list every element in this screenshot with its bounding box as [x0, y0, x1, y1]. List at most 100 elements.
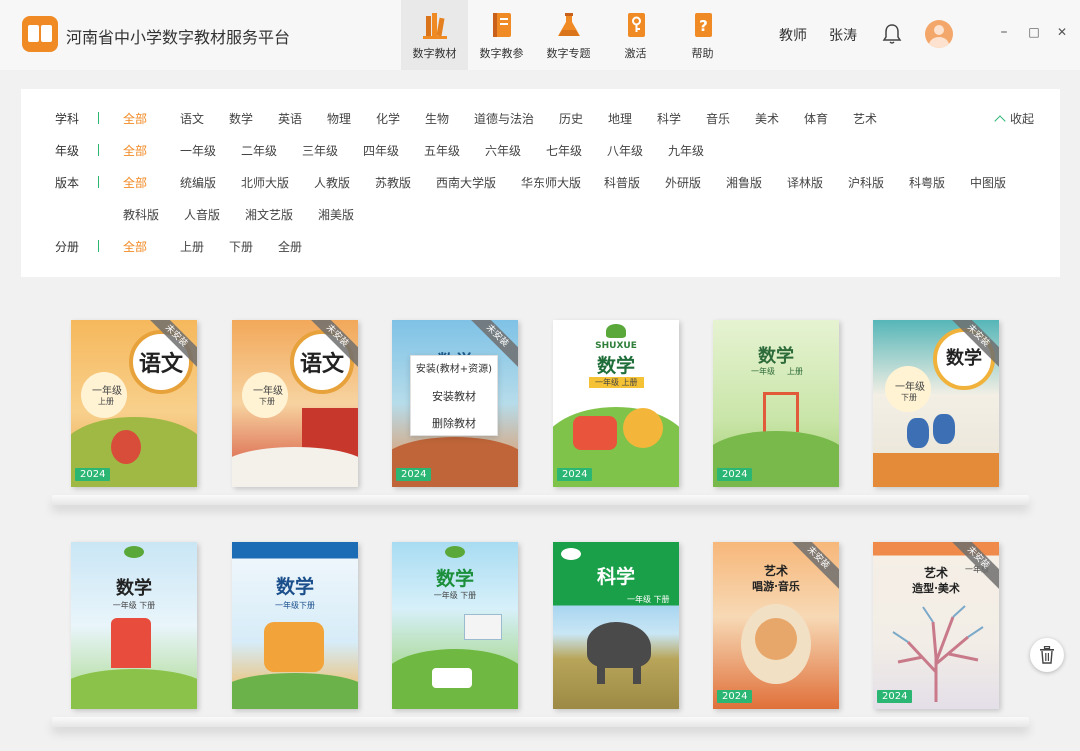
filter-label: 年级 — [55, 144, 80, 158]
textbook-card[interactable]: 艺术 唱游·音乐 未安装 2024 — [713, 542, 839, 709]
bookshelf — [52, 717, 1029, 727]
filter-option[interactable]: 湘鲁版 — [726, 174, 762, 191]
filter-option[interactable]: 美术 — [755, 110, 779, 127]
textbook-card[interactable]: 数学 一年级 上册 2024 — [713, 320, 839, 487]
main-nav: 数字教材 数字教参 数字专题 激活 ? 帮助 — [401, 0, 736, 70]
filter-option[interactable]: 科普版 — [604, 174, 640, 191]
maximize-button[interactable]: □ — [1026, 24, 1042, 40]
filter-option[interactable]: 语文 — [180, 110, 204, 127]
avatar[interactable] — [925, 20, 953, 48]
textbook-card[interactable]: 数学 一年级 下册 — [71, 542, 197, 709]
filter-option[interactable]: 全部 — [123, 174, 147, 191]
filter-option[interactable]: 音乐 — [706, 110, 730, 127]
tab-digital-textbooks[interactable]: 数字教材 — [401, 0, 468, 70]
book-context-menu: 安装(教材+资源) 安装教材 删除教材 — [410, 355, 498, 436]
filter-row-volume: 分册 全部 上册 下册 全册 — [21, 236, 1060, 256]
filter-option[interactable]: 中图版 — [970, 174, 1006, 191]
filter-panel: 学科 全部 语文 数学 英语 物理 化学 生物 道德与法治 历史 地理 科学 音… — [21, 89, 1060, 277]
textbook-card[interactable]: 数学 一年级 下册 未安装 — [873, 320, 999, 487]
filter-row-subject: 学科 全部 语文 数学 英语 物理 化学 生物 道德与法治 历史 地理 科学 音… — [21, 108, 1060, 128]
filter-option[interactable]: 英语 — [278, 110, 302, 127]
filter-option[interactable]: 全部 — [123, 110, 147, 127]
filter-option[interactable]: 体育 — [804, 110, 828, 127]
textbook-card[interactable]: 语文 一年级 上册 未安装 2024 — [71, 320, 197, 487]
notebook-icon — [492, 13, 511, 37]
year-badge: 2024 — [717, 468, 753, 481]
question-book-icon: ? — [694, 13, 712, 37]
filter-option[interactable]: 湘美版 — [318, 206, 354, 223]
textbook-card[interactable]: 艺术 造型·美术 一年级 未安装 2024 — [873, 542, 999, 709]
filter-option[interactable]: 四年级 — [363, 142, 399, 159]
minimize-button[interactable]: – — [996, 24, 1012, 40]
collapse-button[interactable]: 收起 — [994, 110, 1034, 127]
filter-option[interactable]: 数学 — [229, 110, 253, 127]
bookshelf — [52, 495, 1029, 505]
filter-option[interactable]: 全部 — [123, 142, 147, 159]
user-role[interactable]: 教师 — [779, 25, 807, 45]
filter-option[interactable]: 湘文艺版 — [245, 206, 293, 223]
svg-text:?: ? — [699, 17, 708, 35]
tab-digital-references[interactable]: 数字教参 — [468, 0, 535, 70]
filter-option[interactable]: 沪科版 — [848, 174, 884, 191]
chevron-up-icon — [994, 114, 1006, 127]
filter-option[interactable]: 全册 — [278, 238, 302, 255]
filter-option[interactable]: 下册 — [229, 238, 253, 255]
key-book-icon — [627, 13, 645, 37]
filter-option[interactable]: 艺术 — [853, 110, 877, 127]
tab-activate[interactable]: 激活 — [602, 0, 669, 70]
filter-option[interactable]: 历史 — [559, 110, 583, 127]
filter-option[interactable]: 三年级 — [302, 142, 338, 159]
filter-option[interactable]: 化学 — [376, 110, 400, 127]
filter-option[interactable]: 一年级 — [180, 142, 216, 159]
textbook-card[interactable]: 数学 一年级下册 — [232, 542, 358, 709]
filter-option[interactable]: 人教版 — [314, 174, 350, 191]
filter-option[interactable]: 九年级 — [668, 142, 704, 159]
filter-option[interactable]: 生物 — [425, 110, 449, 127]
filter-option[interactable]: 华东师大版 — [521, 174, 581, 191]
filter-option[interactable]: 全部 — [123, 238, 147, 255]
user-name[interactable]: 张涛 — [829, 25, 857, 45]
filter-option[interactable]: 科粤版 — [909, 174, 945, 191]
filter-row-grade: 年级 全部 一年级 二年级 三年级 四年级 五年级 六年级 七年级 八年级 九年… — [21, 140, 1060, 160]
filter-option[interactable]: 五年级 — [424, 142, 460, 159]
year-badge: 2024 — [877, 690, 913, 703]
filter-option[interactable]: 八年级 — [607, 142, 643, 159]
filter-option[interactable]: 西南大学版 — [436, 174, 496, 191]
filter-option[interactable]: 外研版 — [665, 174, 701, 191]
filter-option[interactable]: 教科版 — [123, 206, 159, 223]
year-badge: 2024 — [396, 468, 432, 481]
tab-digital-topics[interactable]: 数字专题 — [535, 0, 602, 70]
filter-option[interactable]: 地理 — [608, 110, 632, 127]
filter-option[interactable]: 苏教版 — [375, 174, 411, 191]
filter-option[interactable]: 人音版 — [184, 206, 220, 223]
filter-option[interactable]: 译林版 — [787, 174, 823, 191]
textbook-card[interactable]: 数学 一年级 下册 — [392, 542, 518, 709]
year-badge: 2024 — [557, 468, 593, 481]
filter-option[interactable]: 六年级 — [485, 142, 521, 159]
trash-icon — [1040, 646, 1054, 664]
tab-help[interactable]: ? 帮助 — [669, 0, 736, 70]
textbook-card[interactable]: 语文 一年级 下册 未安装 — [232, 320, 358, 487]
filter-option[interactable]: 科学 — [657, 110, 681, 127]
year-badge: 2024 — [75, 468, 111, 481]
delete-textbook-menu-item[interactable]: 删除教材 — [411, 410, 497, 437]
filter-label: 分册 — [55, 240, 80, 254]
filter-option[interactable]: 统编版 — [180, 174, 216, 191]
filter-label: 版本 — [55, 176, 80, 190]
install-textbook-menu-item[interactable]: 安装教材 — [411, 383, 497, 410]
filter-option[interactable]: 物理 — [327, 110, 351, 127]
app-logo-icon — [22, 16, 58, 52]
textbook-card[interactable]: SHUXUE 数学 一年级 上册 2024 — [553, 320, 679, 487]
filter-option[interactable]: 七年级 — [546, 142, 582, 159]
filter-option[interactable]: 北师大版 — [241, 174, 289, 191]
filter-option[interactable]: 上册 — [180, 238, 204, 255]
trash-button[interactable] — [1030, 638, 1064, 672]
filter-option[interactable]: 道德与法治 — [474, 110, 534, 127]
filter-option[interactable]: 二年级 — [241, 142, 277, 159]
textbook-card[interactable]: 科学 一年级 下册 — [553, 542, 679, 709]
bell-icon[interactable] — [882, 23, 902, 45]
install-with-resources-menu-item[interactable]: 安装(教材+资源) — [411, 356, 497, 383]
filter-row-edition-more: 教科版 人音版 湘文艺版 湘美版 — [21, 204, 1060, 224]
close-button[interactable]: ✕ — [1054, 24, 1070, 40]
app-title: 河南省中小学数字教材服务平台 — [66, 28, 291, 47]
